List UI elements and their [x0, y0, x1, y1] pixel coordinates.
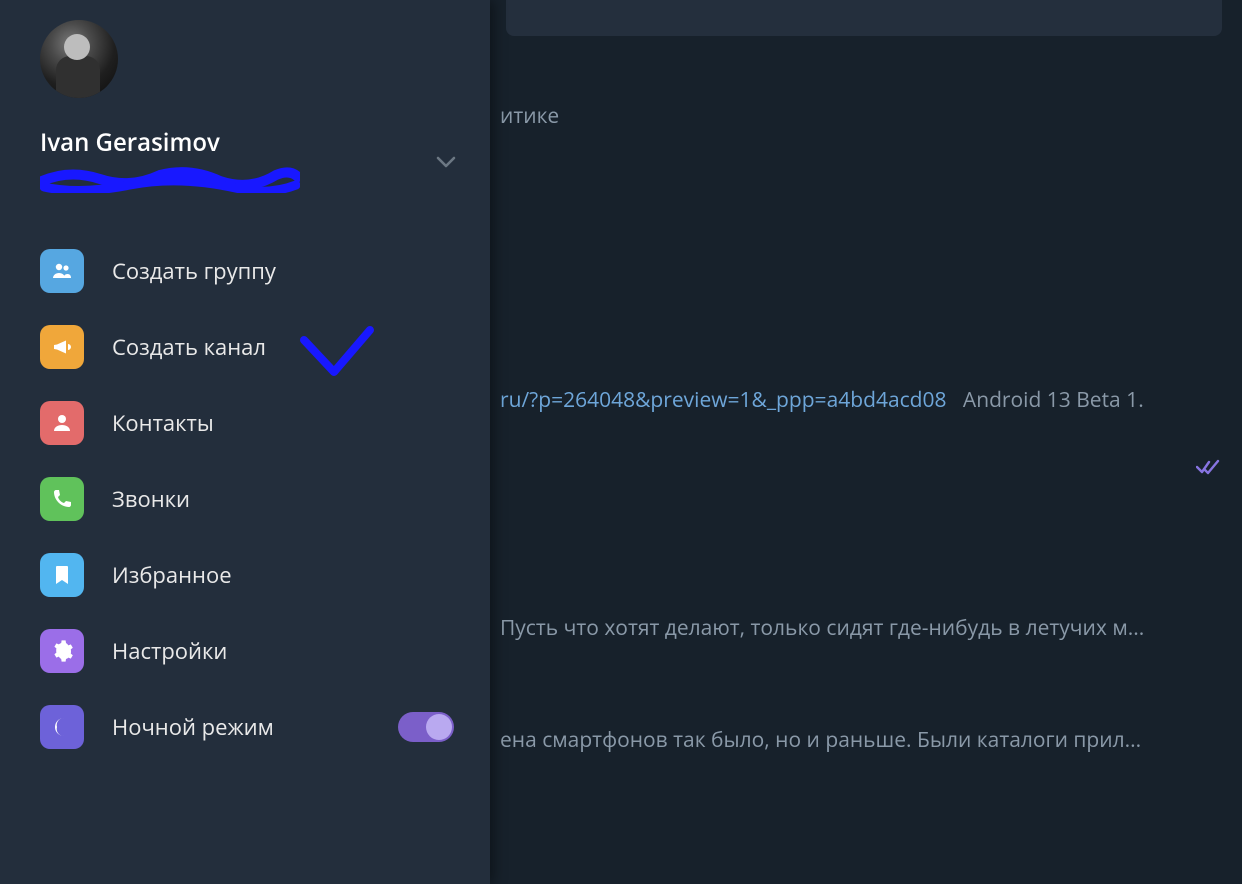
- menu-label-settings: Настройки: [112, 636, 227, 666]
- menu-label-saved: Избранное: [112, 560, 232, 590]
- megaphone-icon: [40, 325, 84, 369]
- profile-block[interactable]: Ivan Gerasimov: [0, 10, 490, 203]
- menu-label-create-channel: Создать канал: [112, 332, 266, 362]
- chat-link[interactable]: ru/?p=264048&preview=1&_ppp=a4bd4acd08: [500, 386, 947, 414]
- gear-icon: [40, 629, 84, 673]
- menu-item-saved[interactable]: Избранное: [0, 537, 490, 613]
- chevron-down-icon: [435, 151, 457, 173]
- night-mode-toggle[interactable]: [398, 712, 454, 742]
- chat-area: итике ru/?p=264048&preview=1&_ppp=a4bd4a…: [490, 0, 1242, 884]
- accounts-expand-button[interactable]: [432, 148, 460, 176]
- chat-link-title: Android 13 Beta 1.: [963, 386, 1144, 414]
- phone-icon: [40, 477, 84, 521]
- menu-label-create-group: Создать группу: [112, 256, 276, 286]
- bookmark-icon: [40, 553, 84, 597]
- menu-item-night-mode[interactable]: Ночной режим: [0, 689, 490, 765]
- menu-item-calls[interactable]: Звонки: [0, 461, 490, 537]
- read-checkmarks-icon: [1196, 454, 1220, 482]
- profile-name: Ivan Gerasimov: [40, 126, 466, 159]
- menu-item-contacts[interactable]: Контакты: [0, 385, 490, 461]
- main-menu-drawer: Ivan Gerasimov Создать группу: [0, 0, 490, 884]
- menu-item-create-group[interactable]: Создать группу: [0, 233, 490, 309]
- chat-message-fragment-1: итике: [500, 102, 1220, 130]
- menu-item-create-channel[interactable]: Создать канал: [0, 309, 490, 385]
- menu-list: Создать группу Создать канал Контакты Зв…: [0, 233, 490, 765]
- chat-message-link-line[interactable]: ru/?p=264048&preview=1&_ppp=a4bd4acd08 A…: [500, 386, 1220, 414]
- moon-icon: [40, 705, 84, 749]
- group-icon: [40, 249, 84, 293]
- person-icon: [40, 401, 84, 445]
- profile-subtitle-redacted: [40, 165, 300, 193]
- chat-header-strip: [506, 0, 1222, 36]
- chat-message-fragment-3: ена смартфонов так было, но и раньше. Бы…: [500, 726, 1220, 754]
- menu-label-night-mode: Ночной режим: [112, 712, 274, 742]
- avatar[interactable]: [40, 20, 118, 98]
- chat-message-fragment-2: Пусть что хотят делают, только сидят где…: [500, 614, 1220, 642]
- annotation-scribble: [40, 165, 300, 193]
- toggle-knob: [426, 714, 452, 740]
- menu-label-calls: Звонки: [112, 484, 190, 514]
- menu-label-contacts: Контакты: [112, 408, 214, 438]
- menu-item-settings[interactable]: Настройки: [0, 613, 490, 689]
